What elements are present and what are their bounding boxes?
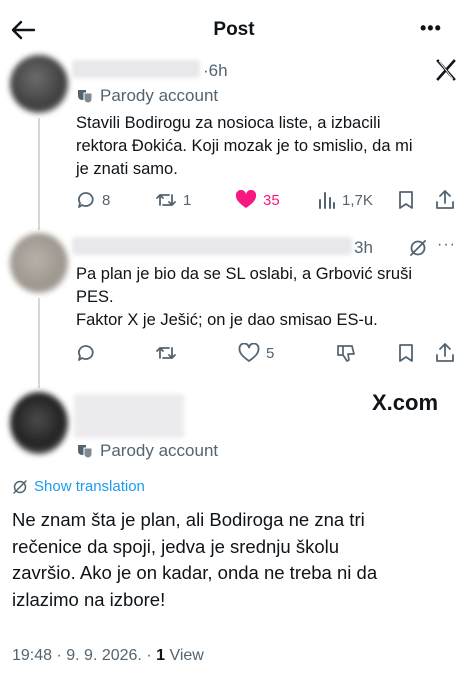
repost-count: 1 — [183, 191, 192, 209]
show-translation-label: Show translation — [34, 478, 145, 495]
reply-icon — [76, 190, 96, 210]
reply-button[interactable]: 8 — [76, 190, 110, 210]
author-name-redacted[interactable] — [74, 394, 184, 438]
theater-masks-icon — [76, 443, 94, 459]
parody-label: Parody account — [76, 86, 218, 106]
grok-icon[interactable] — [408, 238, 428, 258]
show-translation-link[interactable]: Show translation — [12, 478, 145, 495]
post-text: Ne znam šta je plan, ali Bodiroga ne zna… — [12, 507, 462, 613]
share-icon[interactable] — [435, 342, 455, 363]
more-options-icon[interactable]: ••• — [420, 18, 442, 39]
parody-label-text: Parody account — [100, 86, 219, 105]
xcom-watermark: X.com — [372, 390, 439, 415]
author-name-redacted[interactable] — [72, 60, 200, 78]
thread-line — [38, 298, 40, 388]
post-text-line: rektora Đokića. Koji mozak je to smislio… — [76, 137, 413, 155]
avatar[interactable] — [10, 392, 68, 454]
share-icon[interactable] — [435, 189, 455, 210]
heart-outline-icon — [238, 343, 260, 363]
post-text-line: završio. Ako je on kadar, onda ne treba … — [12, 562, 378, 583]
post-meta: 19:48 · 9. 9. 2026. · 1 View — [12, 647, 204, 665]
views-button[interactable]: 1,7K — [318, 190, 373, 210]
like-button[interactable]: 35 — [235, 190, 280, 210]
repost-icon — [155, 190, 177, 210]
like-button[interactable]: 5 — [238, 343, 274, 363]
analytics-bar-icon — [318, 190, 336, 210]
x-logo-icon — [435, 59, 457, 81]
parody-label: Parody account — [76, 441, 218, 461]
repost-button[interactable]: 1 — [155, 190, 191, 210]
post-time: 3h — [354, 238, 373, 257]
thread-line — [38, 118, 40, 230]
heart-filled-icon — [235, 190, 257, 210]
post-timestamp: 19:48 · 9. 9. 2026. · — [12, 647, 157, 664]
more-options-icon[interactable]: ··· — [437, 236, 456, 254]
post-text-line: PES. — [76, 288, 114, 306]
parody-label-text: Parody account — [100, 441, 219, 460]
post-text: Pa plan je bio da se SL oslabi, a Grbovi… — [76, 263, 456, 332]
like-count: 35 — [263, 191, 280, 209]
bookmark-icon[interactable] — [397, 190, 415, 210]
views-label: View — [165, 647, 204, 664]
author-name-redacted[interactable] — [72, 237, 352, 255]
post-text-line: Ne znam šta je plan, ali Bodiroga ne zna… — [12, 509, 365, 530]
views-count: 1 — [156, 647, 165, 664]
page-title: Post — [213, 19, 255, 40]
repost-icon[interactable] — [155, 343, 177, 363]
reply-icon[interactable] — [76, 343, 96, 363]
post-text: Stavili Bodirogu za nosioca liste, a izb… — [76, 112, 456, 181]
avatar[interactable] — [10, 233, 68, 293]
reply-count: 8 — [102, 191, 111, 209]
avatar[interactable] — [10, 55, 68, 113]
post-time: ·6h — [203, 61, 228, 80]
grok-icon — [12, 479, 28, 495]
post-text-line: Stavili Bodirogu za nosioca liste, a izb… — [76, 114, 381, 132]
theater-masks-icon — [76, 88, 94, 104]
post-text-line: rečenice da spoji, jedva je srednju škol… — [12, 535, 340, 557]
post-text-line: je znati samo. — [76, 160, 178, 178]
post-text-line: Faktor X je Ješić; on je dao smisao ES-u… — [76, 311, 378, 329]
post-text-line: izlazimo na izbore! — [12, 588, 166, 610]
bookmark-icon[interactable] — [397, 343, 415, 363]
downvote-icon[interactable] — [336, 343, 356, 363]
like-count: 5 — [266, 344, 275, 362]
post-text-line: Pa plan je bio da se SL oslabi, a Grbovi… — [76, 265, 412, 283]
views-count: 1,7K — [342, 191, 373, 209]
